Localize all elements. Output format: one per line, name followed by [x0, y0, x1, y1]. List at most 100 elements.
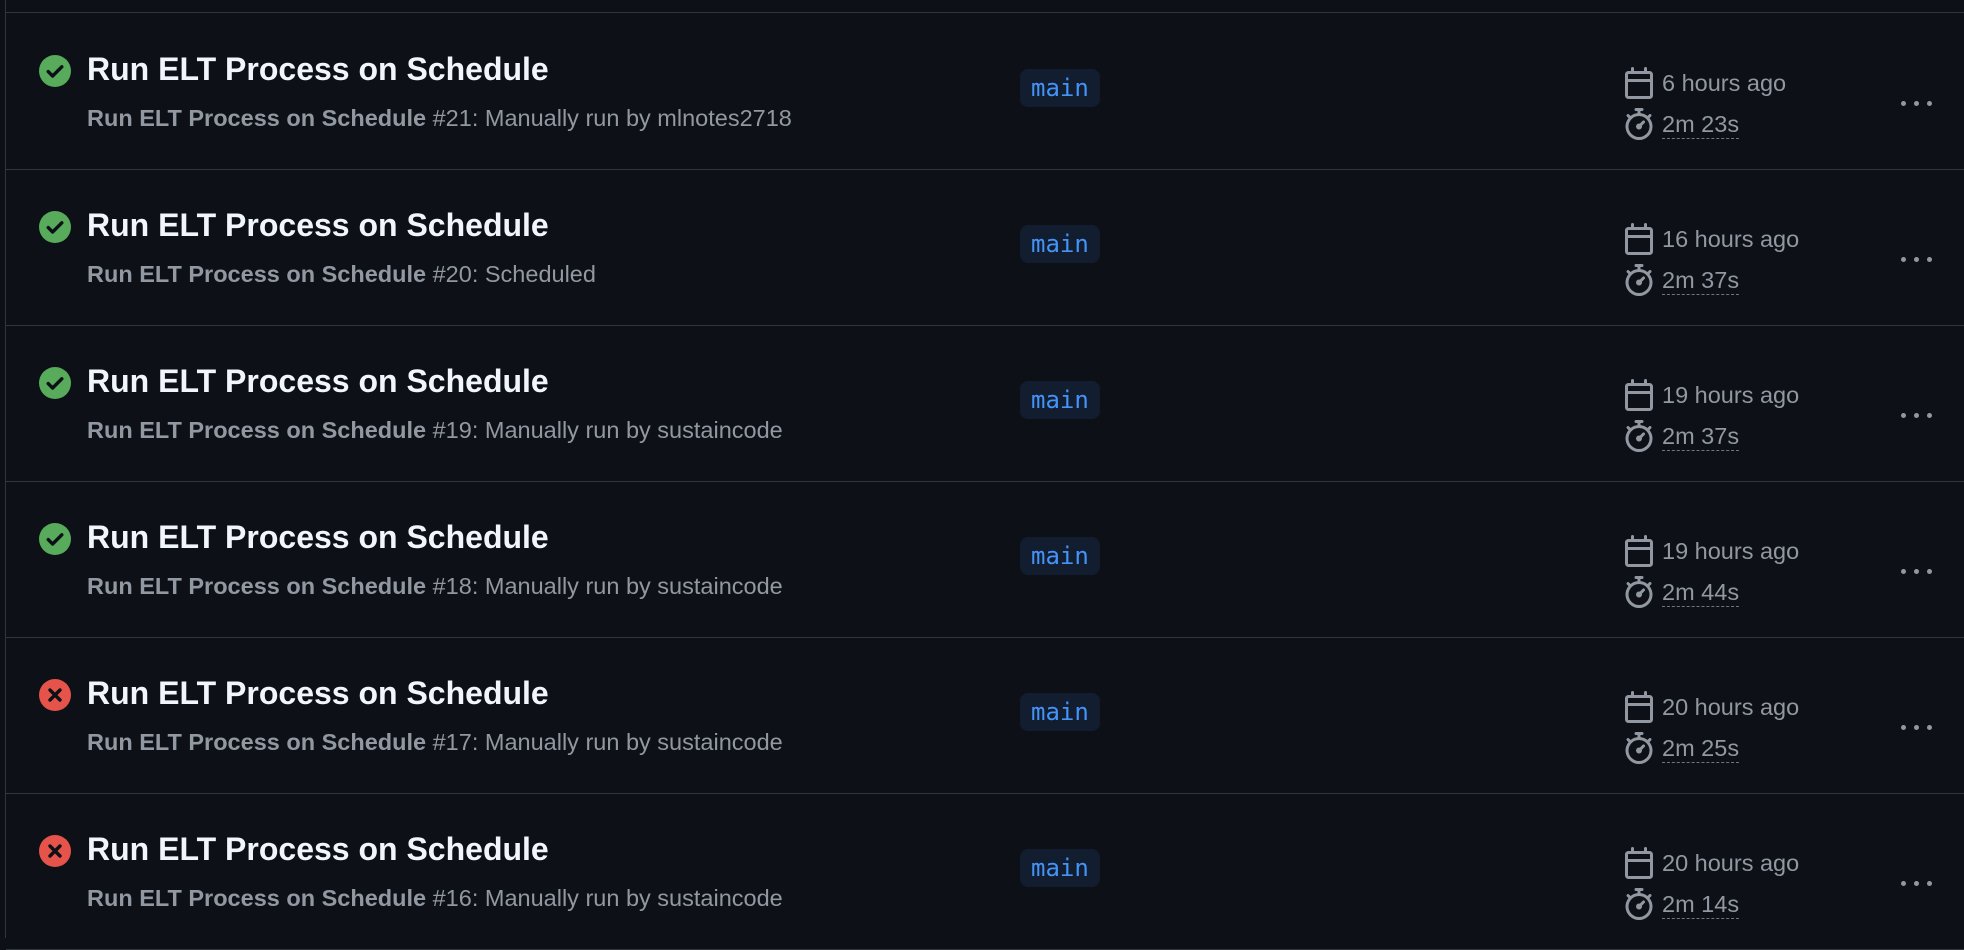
stopwatch-icon: [1625, 264, 1653, 296]
branch-label[interactable]: main: [1020, 537, 1100, 575]
run-date: 6 hours ago: [1623, 67, 1786, 99]
workflow-run-row[interactable]: Run ELT Process on Schedule Run ELT Proc…: [6, 169, 1964, 326]
workflow-run-row[interactable]: Run ELT Process on Schedule Run ELT Proc…: [6, 793, 1964, 950]
run-trigger: : Manually run by sustaincode: [471, 729, 783, 755]
stopwatch-icon: [1625, 888, 1653, 920]
run-date: 20 hours ago: [1623, 847, 1799, 879]
run-date-text: 19 hours ago: [1662, 381, 1800, 408]
branch-label[interactable]: main: [1020, 225, 1100, 263]
kebab-dot: [1913, 412, 1919, 418]
run-subtitle: Run ELT Process on Schedule #20: Schedul…: [87, 261, 596, 288]
kebab-dot: [1913, 100, 1919, 106]
workflow-run-row[interactable]: Run ELT Process on Schedule Run ELT Proc…: [6, 637, 1964, 794]
branch-label[interactable]: main: [1020, 693, 1100, 731]
run-date: 16 hours ago: [1623, 223, 1799, 255]
run-date-text: 6 hours ago: [1662, 69, 1787, 96]
kebab-dot: [1926, 724, 1932, 730]
run-number: #18: [432, 573, 472, 599]
run-menu-button[interactable]: [1894, 237, 1938, 281]
calendar-icon: [1625, 223, 1653, 255]
workflow-run-row[interactable]: Run ELT Process on Schedule Run ELT Proc…: [6, 13, 1964, 170]
stopwatch-icon: [1625, 576, 1653, 608]
run-duration-text: 2m 44s: [1662, 578, 1740, 607]
kebab-dot: [1926, 256, 1932, 262]
check-circle-fill-icon: [39, 211, 71, 243]
run-subtitle: Run ELT Process on Schedule #17: Manuall…: [87, 729, 783, 756]
run-workflow-name: Run ELT Process on Schedule: [87, 417, 427, 443]
run-trigger: : Scheduled: [471, 261, 596, 287]
run-subtitle: Run ELT Process on Schedule #19: Manuall…: [87, 417, 783, 444]
workflow-run-row[interactable]: Run ELT Process on Schedule Run ELT Proc…: [6, 325, 1964, 482]
run-title[interactable]: Run ELT Process on Schedule: [87, 207, 549, 244]
run-duration: 2m 37s: [1623, 420, 1740, 452]
kebab-dot: [1926, 100, 1932, 106]
run-duration: 2m 44s: [1623, 576, 1740, 608]
run-menu-button[interactable]: [1894, 705, 1938, 749]
calendar-icon: [1625, 847, 1653, 879]
stopwatch-icon: [1625, 108, 1653, 140]
run-date: 20 hours ago: [1623, 691, 1799, 723]
run-date-text: 20 hours ago: [1662, 693, 1800, 720]
run-trigger: : Manually run by sustaincode: [471, 885, 783, 911]
branch-label[interactable]: main: [1020, 69, 1100, 107]
run-number: #21: [432, 105, 472, 131]
run-subtitle: Run ELT Process on Schedule #21: Manuall…: [87, 105, 792, 132]
x-circle-fill-icon: [39, 835, 71, 867]
run-date-text: 19 hours ago: [1662, 537, 1800, 564]
run-trigger: : Manually run by mlnotes2718: [471, 105, 792, 131]
kebab-dot: [1900, 100, 1906, 106]
run-menu-button[interactable]: [1894, 549, 1938, 593]
check-circle-fill-icon: [39, 523, 71, 555]
calendar-icon: [1625, 691, 1653, 723]
kebab-dot: [1900, 256, 1906, 262]
workflow-runs-list: Run ELT Process on Schedule Run ELT Proc…: [5, 0, 1964, 950]
calendar-icon: [1625, 535, 1653, 567]
run-duration-text: 2m 23s: [1662, 110, 1740, 139]
run-workflow-name: Run ELT Process on Schedule: [87, 105, 427, 131]
calendar-icon: [1625, 67, 1653, 99]
run-title[interactable]: Run ELT Process on Schedule: [87, 51, 549, 88]
run-title[interactable]: Run ELT Process on Schedule: [87, 519, 549, 556]
run-duration-text: 2m 37s: [1662, 266, 1740, 295]
kebab-dot: [1900, 880, 1906, 886]
run-workflow-name: Run ELT Process on Schedule: [87, 261, 427, 287]
run-menu-button[interactable]: [1894, 81, 1938, 125]
run-title[interactable]: Run ELT Process on Schedule: [87, 363, 549, 400]
kebab-dot: [1913, 568, 1919, 574]
run-trigger: : Manually run by sustaincode: [471, 573, 783, 599]
run-workflow-name: Run ELT Process on Schedule: [87, 885, 427, 911]
workflow-run-row[interactable]: Run ELT Process on Schedule Run ELT Proc…: [6, 481, 1964, 638]
run-number: #20: [432, 261, 472, 287]
run-menu-button[interactable]: [1894, 393, 1938, 437]
kebab-dot: [1926, 412, 1932, 418]
run-duration: 2m 14s: [1623, 888, 1740, 920]
run-title[interactable]: Run ELT Process on Schedule: [87, 831, 549, 868]
run-duration: 2m 23s: [1623, 108, 1740, 140]
run-subtitle: Run ELT Process on Schedule #16: Manuall…: [87, 885, 783, 912]
branch-label[interactable]: main: [1020, 849, 1100, 887]
branch-label[interactable]: main: [1020, 381, 1100, 419]
run-date-text: 20 hours ago: [1662, 849, 1800, 876]
kebab-dot: [1913, 880, 1919, 886]
check-circle-fill-icon: [39, 367, 71, 399]
run-date: 19 hours ago: [1623, 379, 1799, 411]
run-number: #16: [432, 885, 472, 911]
run-subtitle: Run ELT Process on Schedule #18: Manuall…: [87, 573, 783, 600]
calendar-icon: [1625, 379, 1653, 411]
run-workflow-name: Run ELT Process on Schedule: [87, 729, 427, 755]
run-number: #17: [432, 729, 472, 755]
kebab-dot: [1900, 568, 1906, 574]
x-circle-fill-icon: [39, 679, 71, 711]
stopwatch-icon: [1625, 420, 1653, 452]
stopwatch-icon: [1625, 732, 1653, 764]
run-duration-text: 2m 25s: [1662, 734, 1740, 763]
check-circle-fill-icon: [39, 55, 71, 87]
run-number: #19: [432, 417, 472, 443]
run-duration: 2m 25s: [1623, 732, 1740, 764]
run-menu-button[interactable]: [1894, 861, 1938, 905]
run-duration-text: 2m 37s: [1662, 422, 1740, 451]
run-workflow-name: Run ELT Process on Schedule: [87, 573, 427, 599]
run-title[interactable]: Run ELT Process on Schedule: [87, 675, 549, 712]
kebab-dot: [1913, 256, 1919, 262]
kebab-dot: [1913, 724, 1919, 730]
